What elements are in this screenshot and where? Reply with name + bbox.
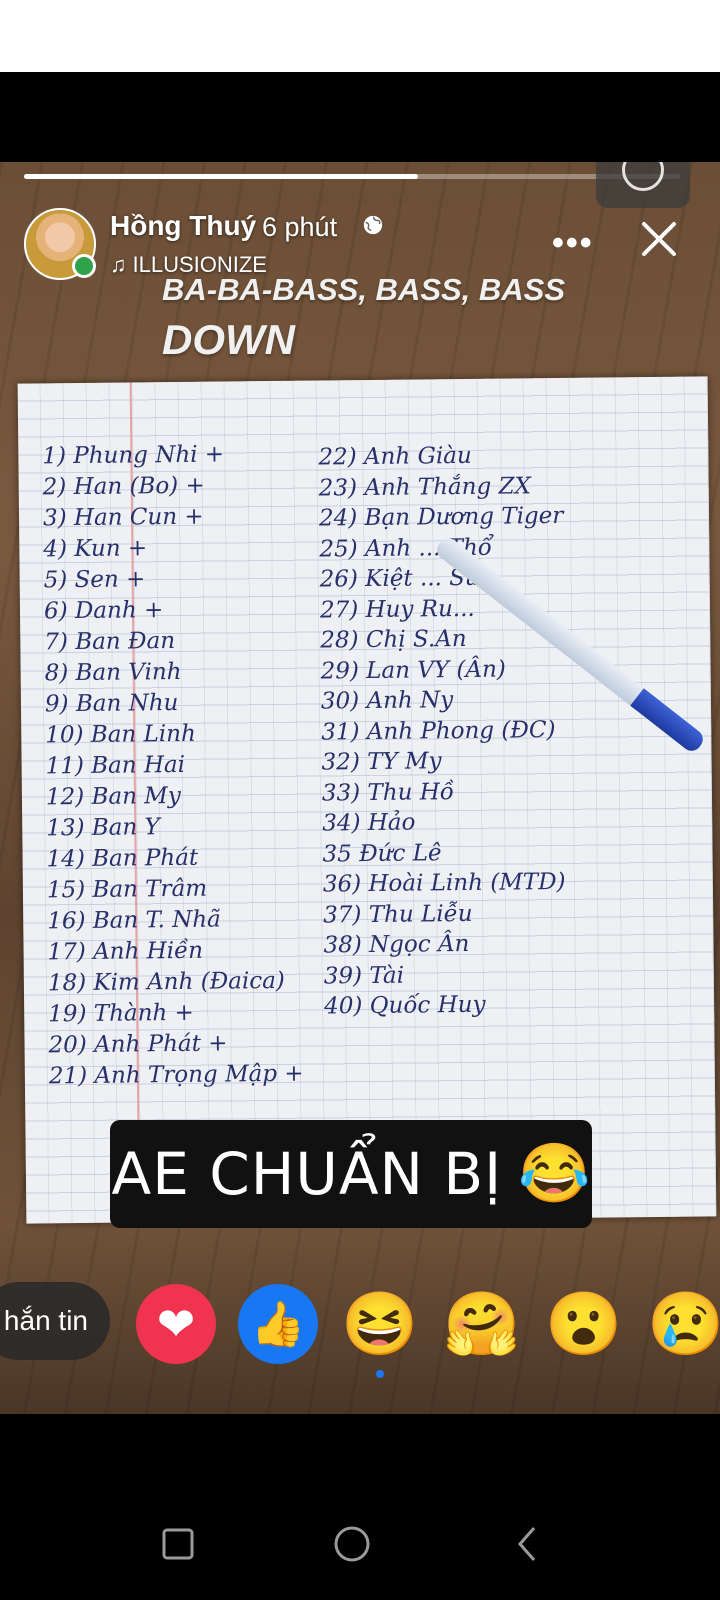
- list-entry: 33) Thu Hồ: [321, 778, 455, 806]
- list-entry: 20) Anh Phát +: [48, 1030, 228, 1059]
- caption-emoji: 😂: [518, 1141, 591, 1206]
- story-progress-fill: [24, 174, 418, 179]
- list-entry: 34) Hảo: [322, 809, 416, 837]
- list-entry: 1) Phung Nhi +: [42, 441, 225, 470]
- recent-apps-icon[interactable]: [158, 1524, 198, 1564]
- laughing-face-icon: 😆: [341, 1289, 419, 1359]
- list-entry: 16) Ban T. Nhã: [47, 906, 221, 935]
- music-note-icon: ♫: [110, 252, 127, 277]
- close-icon[interactable]: [640, 220, 678, 258]
- list-entry: 3) Han Cun +: [42, 503, 204, 532]
- more-options-icon[interactable]: •••: [552, 224, 594, 263]
- list-entry: 5) Sen +: [43, 566, 146, 594]
- list-entry: 37) Thu Liễu: [323, 900, 473, 928]
- reply-message-button[interactable]: hắn tin: [0, 1282, 110, 1360]
- list-entry: 19) Thành +: [48, 999, 194, 1028]
- react-care-button[interactable]: 🤗: [442, 1284, 522, 1364]
- story-viewer[interactable]: 1) Phung Nhi +2) Han (Bo) +3) Han Cun + 4…: [0, 162, 720, 1414]
- list-entry: 29) Lan VY (Ân): [320, 656, 506, 684]
- react-love-button[interactable]: ❤: [136, 1284, 216, 1364]
- story-caption: AE CHUẨN BỊ 😂: [110, 1120, 592, 1228]
- user-name[interactable]: Hồng Thuý: [110, 210, 256, 242]
- react-like-button[interactable]: 👍: [238, 1284, 318, 1364]
- list-entry: 39) Tài: [323, 962, 405, 989]
- music-title: ILLUSIONIZE: [132, 252, 267, 277]
- react-haha-button[interactable]: 😆: [340, 1284, 420, 1364]
- reply-label: hắn tin: [3, 1305, 88, 1336]
- list-entry: 18) Kim Anh (Đaica): [47, 967, 285, 997]
- home-icon[interactable]: [332, 1524, 372, 1564]
- list-entry: 9) Ban Nhu: [44, 689, 179, 718]
- reaction-page-indicator: [376, 1370, 384, 1378]
- list-entry: 36) Hoài Linh (MTD): [322, 868, 566, 898]
- list-entry: 27) Huy Ru...: [319, 595, 475, 623]
- list-entry: 24) Bạn Dương Tiger: [318, 502, 564, 532]
- list-entry: 2) Han (Bo) +: [42, 472, 205, 501]
- lyric-line-2: DOWN: [162, 316, 295, 363]
- back-icon[interactable]: [508, 1524, 548, 1564]
- music-track[interactable]: ♫ ILLUSIONIZE: [110, 252, 267, 278]
- list-entry: 11) Ban Hai: [45, 751, 186, 780]
- list-entry: 14) Ban Phát: [46, 844, 199, 873]
- status-bar-area: [0, 0, 720, 72]
- thumbs-up-icon: 👍: [250, 1300, 306, 1349]
- list-entry: 21) Anh Trọng Mập +: [48, 1060, 304, 1090]
- sad-face-icon: 😢: [647, 1289, 720, 1359]
- story-progress-bar: [24, 174, 680, 179]
- list-entry: 32) TY My: [321, 748, 442, 776]
- list-entry: 4) Kun +: [43, 535, 148, 563]
- list-entry: 15) Ban Trâm: [46, 875, 208, 904]
- list-entry: 13) Ban Y: [46, 814, 160, 842]
- caption-text: AE CHUẨN BỊ: [111, 1140, 503, 1208]
- online-status-icon: [72, 254, 96, 278]
- list-entry: 23) Anh Thắng ZX: [318, 472, 532, 501]
- list-entry: 28) Chị S.An: [320, 625, 467, 654]
- heart-icon: ❤: [156, 1298, 196, 1350]
- list-entry: 7) Ban Đan: [44, 628, 176, 656]
- top-black-band: [0, 72, 720, 162]
- hugging-face-icon: 🤗: [443, 1289, 521, 1359]
- handwritten-list-paper: 1) Phung Nhi +2) Han (Bo) +3) Han Cun + 4…: [17, 376, 717, 1224]
- list-entry: 38) Ngọc Ân: [323, 930, 470, 959]
- list-entry: 35 Đức Lê: [322, 839, 442, 867]
- list-entry: 10) Ban Linh: [45, 720, 196, 749]
- react-wow-button[interactable]: 😮: [544, 1284, 624, 1364]
- list-entry: 17) Anh Hiền: [47, 937, 204, 966]
- list-entry: 6) Danh +: [43, 597, 164, 625]
- list-entry: 8) Ban Vinh: [44, 658, 182, 687]
- post-time: 6 phút: [262, 212, 338, 242]
- list-entry: 30) Anh Ny: [320, 687, 454, 715]
- list-entry: 22) Anh Giàu: [318, 442, 472, 471]
- react-sad-button[interactable]: 😢: [646, 1284, 720, 1364]
- pause-button[interactable]: [596, 162, 690, 208]
- surprised-face-icon: 😮: [545, 1289, 623, 1359]
- pause-icon: [622, 162, 664, 191]
- list-entry: 40) Quốc Huy: [324, 991, 486, 1020]
- list-entry: 12) Ban My: [45, 782, 181, 811]
- list-entry: 31) Anh Phong (ĐC): [321, 716, 556, 745]
- globe-icon: [363, 215, 383, 235]
